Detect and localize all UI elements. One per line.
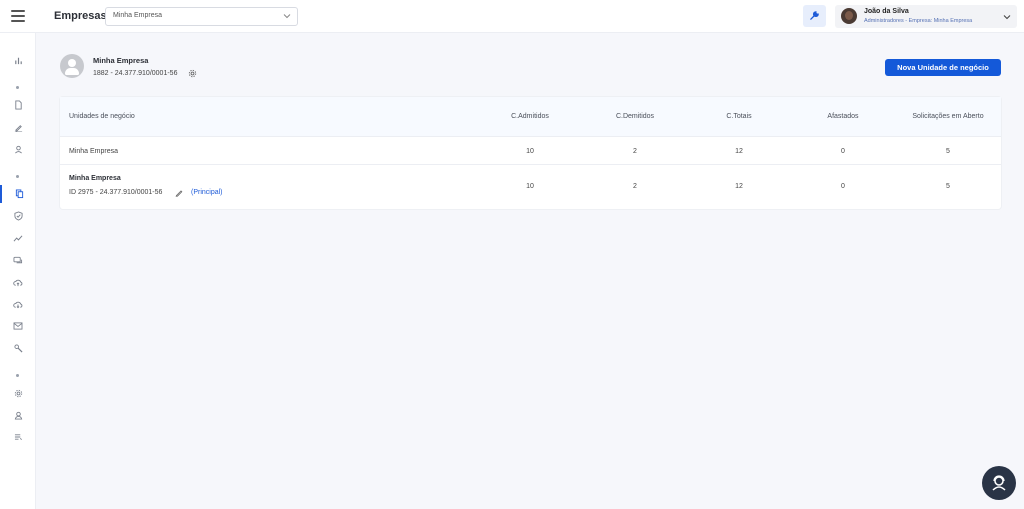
sidebar-item-tools[interactable] <box>0 339 36 357</box>
sidebar-item-shield[interactable] <box>0 207 36 225</box>
gear-icon <box>14 389 22 397</box>
user-name: João da Silva <box>864 8 909 15</box>
sidebar-item-users[interactable] <box>0 406 36 424</box>
wrench-icon <box>13 343 23 353</box>
wrench-icon <box>810 11 819 20</box>
sidebar-item-edit[interactable] <box>0 118 36 136</box>
page-title: Empresas <box>54 10 107 22</box>
pen-icon <box>14 124 22 132</box>
gear-icon[interactable] <box>188 69 197 78</box>
trend-line-icon <box>13 234 23 242</box>
column-header: Unidades de negócio <box>69 113 135 120</box>
company-id: 1882 - 24.377.910/0001-56 <box>93 70 178 77</box>
document-icon <box>14 100 22 110</box>
main-content: Minha Empresa 1882 - 24.377.910/0001-56 … <box>36 33 1024 509</box>
shield-check-icon <box>13 211 23 221</box>
hamburger-menu-icon[interactable] <box>11 10 25 22</box>
totais-value: 12 <box>735 183 743 190</box>
column-header: C.Admitidos <box>511 113 549 120</box>
column-header: Afastados <box>827 113 859 120</box>
unit-id: ID 2975 - 24.377.910/0001-56 <box>69 189 163 196</box>
sidebar-item-upload[interactable] <box>0 273 36 291</box>
company-avatar <box>60 54 84 78</box>
person-icon <box>14 145 22 153</box>
bar-chart-icon <box>14 57 22 64</box>
admitidos-value: 10 <box>526 183 534 190</box>
support-agent-icon <box>992 475 1006 491</box>
sidebar-item-person[interactable] <box>0 140 36 158</box>
solicitacoes-value: 5 <box>946 183 950 190</box>
business-units-table: Unidades de negócio C.Admitidos C.Demiti… <box>60 97 1001 209</box>
sidebar-item-settings[interactable] <box>0 384 36 402</box>
unit-name: Minha Empresa <box>69 175 121 182</box>
user-menu[interactable]: João da Silva Administradores - Empresa:… <box>835 5 1017 28</box>
copy-files-icon <box>15 189 23 199</box>
totais-value: 12 <box>735 148 743 155</box>
column-header: C.Totais <box>726 113 752 120</box>
afastados-value: 0 <box>841 148 845 155</box>
solicitacoes-value: 5 <box>946 148 950 155</box>
column-header: Solicitações em Aberto <box>912 113 984 120</box>
help-chat-button[interactable] <box>982 466 1016 500</box>
sidebar-item-mail[interactable] <box>0 317 36 335</box>
table-header: Unidades de negócio C.Admitidos C.Demiti… <box>60 97 1001 137</box>
sidebar-item-trends[interactable] <box>0 229 36 247</box>
list-icon <box>14 434 22 440</box>
chevron-down-icon <box>283 14 291 19</box>
demitidos-value: 2 <box>633 148 637 155</box>
column-header: C.Demitidos <box>615 113 655 120</box>
sidebar-item-dashboard[interactable] <box>0 51 36 69</box>
pencil-icon[interactable] <box>175 189 183 197</box>
avatar <box>841 8 857 24</box>
table-row[interactable]: Minha Empresa ID 2975 - 24.377.910/0001-… <box>60 165 1001 209</box>
sidebar-item-documents[interactable] <box>0 96 36 114</box>
chat-icon <box>13 256 23 263</box>
principal-tag[interactable]: (Principal) <box>191 189 223 196</box>
user-icon <box>14 411 22 420</box>
company-select-value: Minha Empresa <box>113 12 163 19</box>
admitidos-value: 10 <box>526 148 534 155</box>
unit-name: Minha Empresa <box>69 148 119 155</box>
company-select[interactable]: Minha Empresa <box>105 7 298 26</box>
sidebar <box>0 33 36 509</box>
company-name: Minha Empresa <box>93 56 149 65</box>
sidebar-item-list[interactable] <box>0 428 36 446</box>
mail-icon <box>13 322 23 330</box>
new-business-unit-button[interactable]: Nova Unidade de negócio <box>885 59 1001 76</box>
cloud-upload-icon <box>13 279 23 286</box>
cloud-download-icon <box>13 301 23 308</box>
table-row[interactable]: Minha Empresa 10 2 12 0 5 <box>60 137 1001 165</box>
user-role: Administradores - Empresa: Minha Empresa <box>864 18 973 24</box>
top-bar: Empresas Minha Empresa João da Silva Adm… <box>0 0 1024 33</box>
chevron-down-icon <box>1003 15 1011 20</box>
sidebar-item-download[interactable] <box>0 295 36 313</box>
sidebar-item-messages[interactable] <box>0 251 36 269</box>
tools-button[interactable] <box>803 5 826 27</box>
demitidos-value: 2 <box>633 183 637 190</box>
sidebar-item-companies[interactable] <box>0 185 36 203</box>
afastados-value: 0 <box>841 183 845 190</box>
